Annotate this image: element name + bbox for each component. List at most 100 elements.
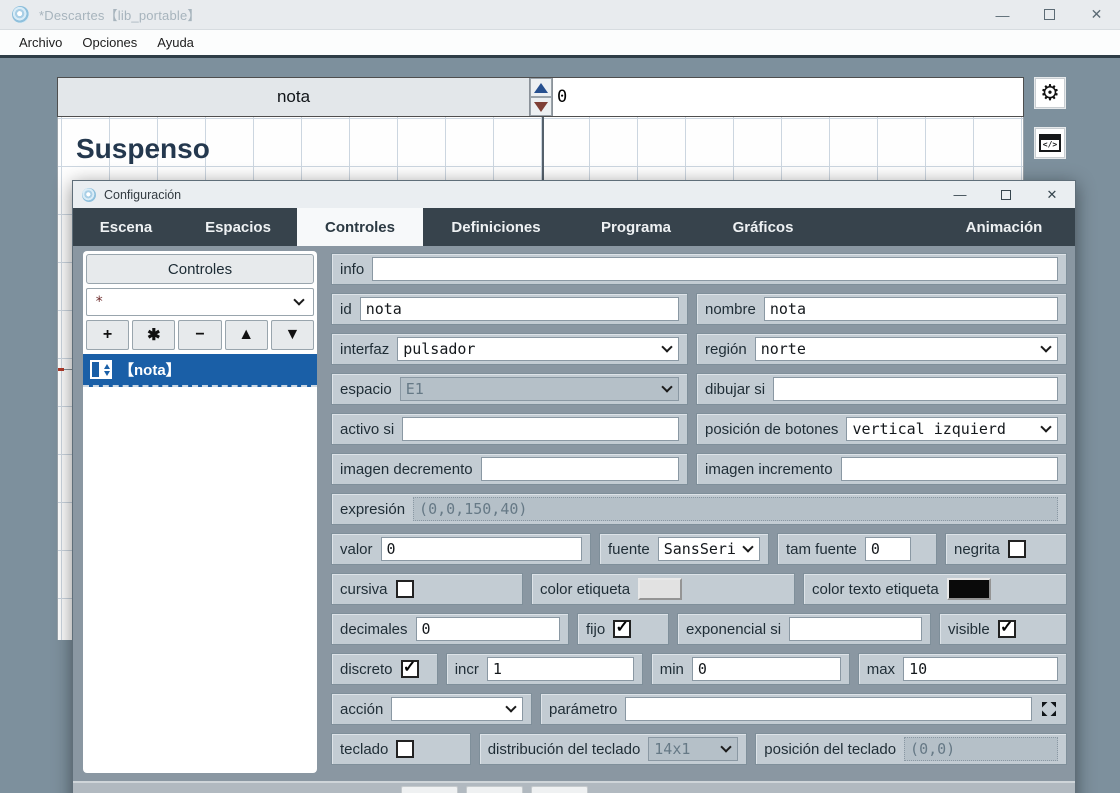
dibujar-si-input[interactable] — [773, 377, 1058, 401]
remove-control-button[interactable]: − — [178, 320, 221, 350]
check-icon: ✓ — [403, 660, 416, 676]
tab-animacion[interactable]: Animación — [933, 208, 1075, 246]
field-min: min — [651, 653, 850, 685]
dialog-minimize-button[interactable]: — — [937, 181, 983, 208]
tab-espacios[interactable]: Espacios — [179, 208, 297, 246]
expand-icon[interactable] — [1040, 700, 1058, 718]
color-texto-etiqueta-swatch[interactable] — [947, 578, 991, 600]
field-max: max — [858, 653, 1067, 685]
parametro-input[interactable] — [625, 697, 1032, 721]
add-control-button[interactable]: + — [86, 320, 129, 350]
dialog-footer-button[interactable] — [466, 786, 523, 793]
field-parametro: parámetro — [540, 693, 1067, 725]
move-up-button[interactable]: ▲ — [225, 320, 268, 350]
cursiva-checkbox[interactable] — [396, 580, 414, 598]
chevron-down-icon — [721, 741, 732, 752]
field-decimales: decimales — [331, 613, 569, 645]
menu-opciones[interactable]: Opciones — [73, 31, 146, 54]
negrita-checkbox[interactable] — [1008, 540, 1026, 558]
teclado-label: teclado — [340, 741, 388, 758]
close-button[interactable]: ✕ — [1073, 0, 1120, 29]
down-arrow-icon — [534, 102, 548, 112]
field-incr: incr — [446, 653, 643, 685]
field-fuente: fuente SansSeri — [599, 533, 769, 565]
chevron-down-icon — [1040, 421, 1051, 432]
dialog-titlebar: Configuración — ✕ — [73, 181, 1075, 208]
field-expresion: expresión — [331, 493, 1067, 525]
fuente-label: fuente — [608, 541, 650, 558]
list-toolbar: + ✱ − ▲ ▼ — [86, 320, 314, 350]
menu-ayuda[interactable]: Ayuda — [148, 31, 203, 54]
accion-select[interactable] — [391, 697, 523, 721]
tam-fuente-label: tam fuente — [786, 541, 857, 558]
activo-si-input[interactable] — [402, 417, 679, 441]
chevron-down-icon — [293, 294, 304, 305]
imagen-decremento-input[interactable] — [481, 457, 679, 481]
exponencial-si-input[interactable] — [789, 617, 922, 641]
pulsador-control: nota — [57, 77, 1024, 117]
tab-escena[interactable]: Escena — [73, 208, 179, 246]
min-input[interactable] — [692, 657, 841, 681]
max-label: max — [867, 661, 895, 678]
maximize-icon — [1001, 190, 1011, 200]
valor-input[interactable] — [381, 537, 582, 561]
expresion-label: expresión — [340, 501, 405, 518]
field-posicion-teclado: posición del teclado — [755, 733, 1067, 765]
dialog-footer-button[interactable] — [531, 786, 588, 793]
fijo-label: fijo — [586, 621, 605, 638]
pulsador-value-input[interactable] — [552, 78, 1023, 116]
interfaz-select[interactable]: pulsador — [397, 337, 679, 361]
field-activo-si: activo si — [331, 413, 688, 445]
nombre-input[interactable] — [764, 297, 1058, 321]
fijo-checkbox[interactable]: ✓ — [613, 620, 631, 638]
espacio-select: E1 — [400, 377, 679, 401]
max-input[interactable] — [903, 657, 1058, 681]
teclado-checkbox[interactable] — [396, 740, 414, 758]
incr-input[interactable] — [487, 657, 634, 681]
info-input[interactable] — [372, 257, 1058, 281]
posicion-botones-select[interactable]: vertical izquierd — [846, 417, 1058, 441]
source-code-button[interactable]: </> — [1035, 128, 1065, 158]
imagen-incremento-label: imagen incremento — [705, 461, 833, 478]
dialog-footer-button[interactable] — [401, 786, 458, 793]
select-value: SansSeri — [664, 540, 736, 558]
posicion-teclado-label: posición del teclado — [764, 741, 896, 758]
list-item-nota[interactable]: 【nota】 — [83, 354, 317, 387]
control-properties-form: info id nombre interf — [331, 253, 1067, 773]
tab-controles[interactable]: Controles — [297, 208, 423, 246]
minimize-button[interactable]: — — [979, 0, 1026, 29]
tam-fuente-input[interactable] — [865, 537, 911, 561]
chevron-down-icon — [1040, 341, 1051, 352]
field-valor: valor — [331, 533, 591, 565]
dialog-tabbar: Escena Espacios Controles Definiciones P… — [73, 208, 1075, 246]
menu-archivo[interactable]: Archivo — [10, 31, 71, 54]
select-value: vertical izquierd — [852, 420, 1006, 438]
tab-programa[interactable]: Programa — [569, 208, 703, 246]
discreto-checkbox[interactable]: ✓ — [401, 660, 419, 678]
controls-filter-select[interactable]: * — [86, 288, 314, 316]
distribucion-teclado-label: distribución del teclado — [488, 741, 641, 758]
tab-graficos[interactable]: Gráficos — [703, 208, 823, 246]
field-info: info — [331, 253, 1067, 285]
imagen-incremento-input[interactable] — [841, 457, 1058, 481]
decimales-input[interactable] — [416, 617, 560, 641]
config-button[interactable]: ⚙ — [1035, 78, 1065, 108]
incr-label: incr — [455, 661, 479, 678]
duplicate-control-button[interactable]: ✱ — [132, 320, 175, 350]
tab-definiciones[interactable]: Definiciones — [423, 208, 569, 246]
move-down-button[interactable]: ▼ — [271, 320, 314, 350]
field-discreto: discreto ✓ — [331, 653, 438, 685]
visible-checkbox[interactable]: ✓ — [998, 620, 1016, 638]
region-select[interactable]: norte — [755, 337, 1058, 361]
decrement-button[interactable] — [530, 97, 552, 116]
increment-button[interactable] — [530, 78, 552, 97]
fuente-select[interactable]: SansSeri — [658, 537, 760, 561]
axis-origin-tick — [58, 368, 64, 371]
color-etiqueta-swatch[interactable] — [638, 578, 682, 600]
id-input[interactable] — [360, 297, 679, 321]
maximize-icon — [1044, 9, 1055, 20]
maximize-button[interactable] — [1026, 0, 1073, 29]
configuracion-dialog: Configuración — ✕ Escena Espacios Contro… — [72, 180, 1076, 793]
dialog-close-button[interactable]: ✕ — [1029, 181, 1075, 208]
dialog-maximize-button[interactable] — [983, 181, 1029, 208]
